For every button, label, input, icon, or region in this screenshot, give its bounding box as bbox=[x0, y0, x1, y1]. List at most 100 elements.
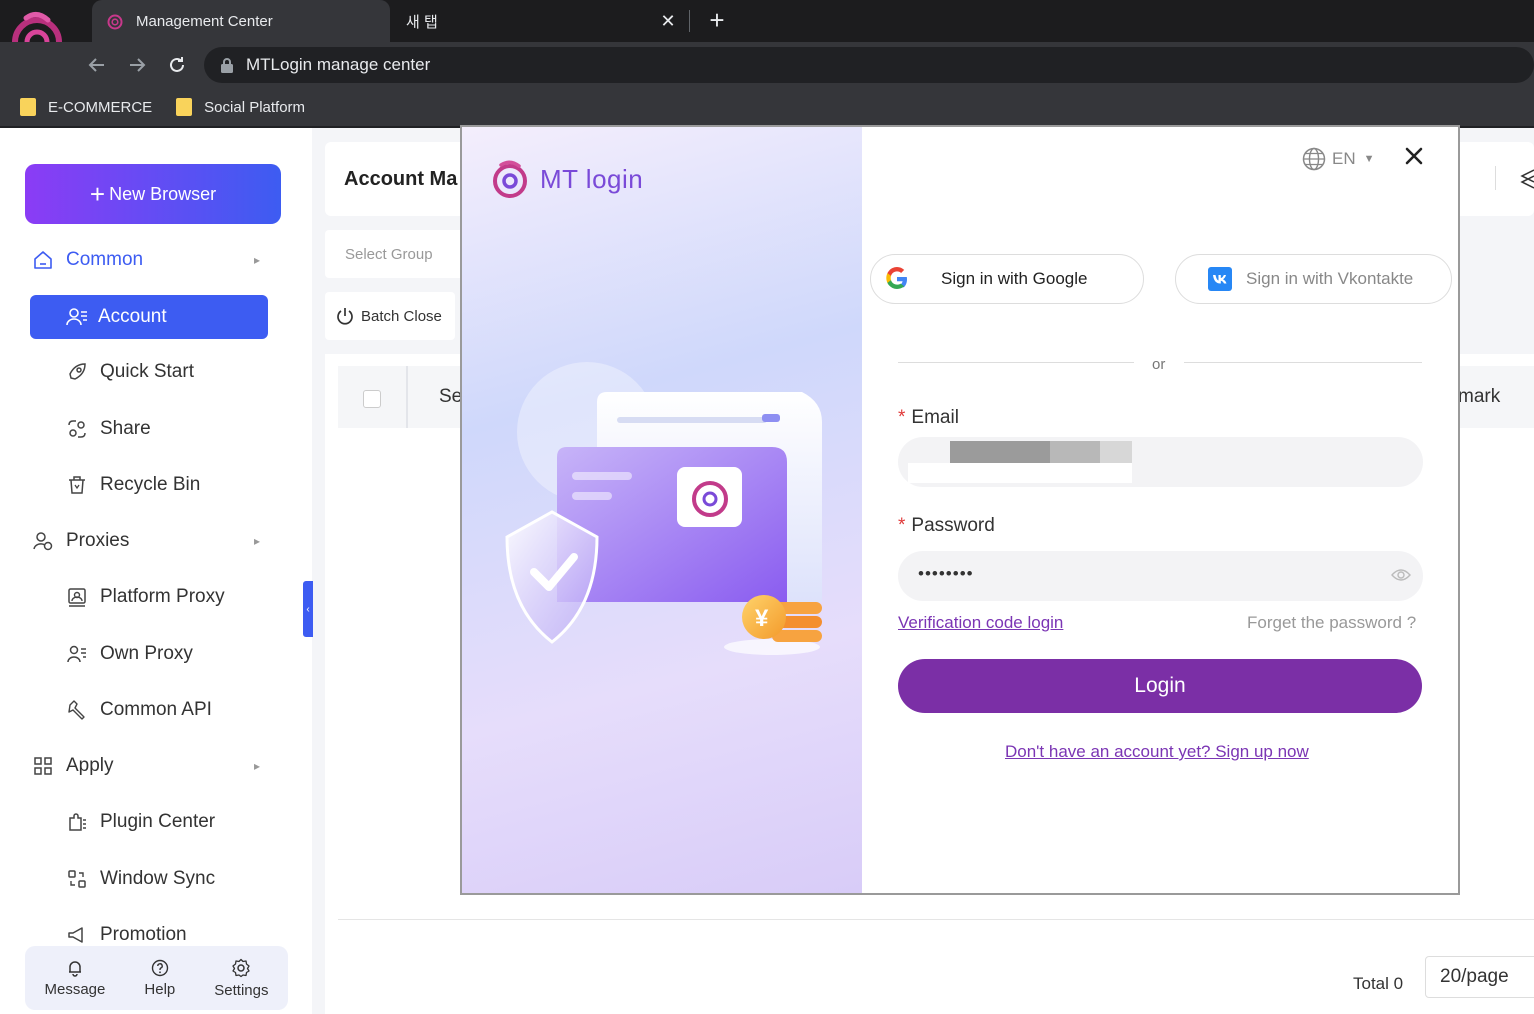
apps-grid-icon bbox=[32, 755, 54, 777]
login-button[interactable]: Login bbox=[898, 659, 1422, 713]
page-size-select[interactable]: 20/page bbox=[1425, 956, 1534, 998]
select-group-dropdown[interactable]: Select Group bbox=[325, 230, 475, 278]
sidebar-collapse-handle[interactable]: ‹ bbox=[303, 581, 313, 637]
sidebar-item-share[interactable]: Share bbox=[66, 418, 151, 440]
reload-icon[interactable] bbox=[164, 52, 190, 78]
google-signin-button[interactable]: Sign in with Google bbox=[870, 254, 1144, 304]
bookmark-ecommerce[interactable]: E-COMMERCE bbox=[20, 98, 152, 116]
sidebar-group-label: Proxies bbox=[66, 530, 130, 551]
new-tab-plus-icon[interactable]: + bbox=[704, 7, 730, 34]
browser-toolbar: MTLogin manage center bbox=[0, 42, 1534, 88]
sidebar-item-own-proxy[interactable]: Own Proxy bbox=[66, 643, 193, 665]
login-button-label: Login bbox=[1134, 674, 1186, 697]
share-icon bbox=[66, 418, 88, 440]
settings-label: Settings bbox=[214, 981, 269, 999]
sidebar-group-apply[interactable]: Apply ▸ bbox=[32, 755, 260, 777]
column-separator bbox=[406, 366, 408, 428]
select-all-checkbox[interactable] bbox=[363, 390, 381, 408]
new-browser-label: New Browser bbox=[109, 183, 217, 204]
select-group-placeholder: Select Group bbox=[345, 245, 433, 263]
sidebar-item-plugin-center[interactable]: Plugin Center bbox=[66, 811, 215, 833]
proxies-icon bbox=[32, 530, 54, 552]
eye-icon[interactable] bbox=[1391, 567, 1411, 583]
sidebar-item-label: Share bbox=[100, 418, 151, 439]
email-label-text: Email bbox=[911, 407, 959, 428]
settings-button[interactable]: Settings bbox=[214, 958, 268, 999]
sidebar-group-proxies[interactable]: Proxies ▸ bbox=[32, 530, 260, 552]
folder-icon bbox=[20, 98, 36, 116]
redacted-email-block bbox=[1100, 441, 1132, 463]
sidebar-item-common-api[interactable]: Common API bbox=[66, 699, 212, 721]
column-header-remark: mark bbox=[1458, 386, 1501, 407]
platform-proxy-icon bbox=[66, 586, 88, 608]
tab-new-tab[interactable]: 새 탭 ✕ bbox=[392, 0, 688, 42]
language-selector[interactable]: EN ▼ bbox=[1302, 147, 1375, 171]
sidebar-item-account[interactable]: Account bbox=[30, 295, 268, 339]
bookmark-label: E-COMMERCE bbox=[48, 98, 153, 116]
tab-management-center[interactable]: Management Center bbox=[92, 0, 390, 42]
rocket-icon bbox=[66, 361, 88, 383]
close-icon[interactable] bbox=[1402, 144, 1426, 168]
required-mark: * bbox=[898, 515, 906, 536]
tab-close-icon[interactable]: ✕ bbox=[658, 11, 678, 31]
vkontakte-signin-button[interactable]: Sign in with Vkontakte bbox=[1175, 254, 1452, 304]
sidebar-item-window-sync[interactable]: Window Sync bbox=[66, 868, 215, 890]
help-label: Help bbox=[144, 980, 176, 998]
sidebar-item-label: Window Sync bbox=[100, 868, 216, 889]
help-button[interactable]: Help bbox=[144, 959, 175, 998]
sidebar-group-label: Apply bbox=[66, 755, 114, 776]
folder-icon bbox=[176, 98, 193, 116]
login-dialog-illustration-panel: MT login ¥ bbox=[462, 127, 862, 893]
tab-separator bbox=[689, 10, 690, 32]
google-signin-label: Sign in with Google bbox=[941, 269, 1088, 288]
forgot-password-link[interactable]: Forget the password ? bbox=[1247, 613, 1416, 633]
lock-icon bbox=[221, 58, 233, 73]
message-button[interactable]: Message bbox=[45, 959, 105, 998]
batch-close-label: Batch Close bbox=[361, 307, 442, 325]
forward-arrow-icon[interactable] bbox=[124, 52, 150, 78]
chevron-right-icon: ▸ bbox=[254, 534, 261, 548]
password-field[interactable]: •••••••• bbox=[898, 551, 1423, 601]
new-browser-button[interactable]: + New Browser bbox=[25, 164, 281, 224]
brand-name: MT login bbox=[540, 163, 644, 194]
address-bar[interactable]: MTLogin manage center bbox=[204, 47, 1534, 83]
or-separator: or bbox=[1152, 356, 1166, 373]
email-field[interactable] bbox=[898, 437, 1423, 487]
header-divider bbox=[1495, 166, 1496, 190]
sidebar-item-promotion[interactable]: Promotion bbox=[66, 924, 187, 946]
security-illustration: ¥ bbox=[505, 362, 822, 655]
vk-logo-icon bbox=[1208, 267, 1232, 291]
sidebar-item-quick-start[interactable]: Quick Start bbox=[66, 361, 194, 383]
sidebar-item-label: Recycle Bin bbox=[100, 474, 201, 495]
bookmark-social-platform[interactable]: Social Platform bbox=[176, 98, 305, 116]
bell-icon bbox=[68, 960, 81, 977]
batch-close-button[interactable]: Batch Close bbox=[325, 292, 455, 340]
password-value: •••••••• bbox=[918, 564, 974, 583]
redacted-email-block bbox=[950, 441, 1050, 463]
redacted-email-block bbox=[908, 463, 1132, 483]
signup-link[interactable]: Don't have an account yet? Sign up now bbox=[1005, 742, 1309, 762]
sidebar-item-label: Quick Start bbox=[100, 361, 194, 382]
mtlogin-logo-icon bbox=[493, 160, 527, 198]
bookmark-label: Social Platform bbox=[204, 98, 306, 116]
divider-right bbox=[1184, 362, 1422, 363]
sidebar-group-common[interactable]: Common ▸ bbox=[32, 249, 260, 271]
table-divider bbox=[338, 919, 1534, 920]
globe-icon bbox=[1302, 147, 1326, 171]
help-circle-icon bbox=[151, 959, 169, 976]
svg-text:¥: ¥ bbox=[755, 605, 769, 632]
power-icon bbox=[337, 308, 353, 325]
sidebar-item-label: Platform Proxy bbox=[100, 586, 225, 607]
trash-icon bbox=[66, 474, 88, 496]
pagination-total: Total 0 bbox=[1353, 974, 1404, 993]
browser-chrome: Management Center 새 탭 ✕ + MTLogin manage… bbox=[0, 0, 1534, 128]
back-arrow-icon[interactable] bbox=[84, 52, 110, 78]
sidebar-item-platform-proxy[interactable]: Platform Proxy bbox=[66, 586, 225, 608]
tab-title: 새 탭 bbox=[406, 13, 438, 31]
sidebar-item-recycle-bin[interactable]: Recycle Bin bbox=[66, 474, 200, 496]
home-icon bbox=[32, 249, 54, 271]
chevron-right-icon: ▸ bbox=[254, 759, 261, 773]
verification-code-login-link[interactable]: Verification code login bbox=[898, 613, 1063, 633]
plus-icon: + bbox=[89, 179, 106, 209]
layers-icon[interactable] bbox=[1520, 166, 1534, 192]
